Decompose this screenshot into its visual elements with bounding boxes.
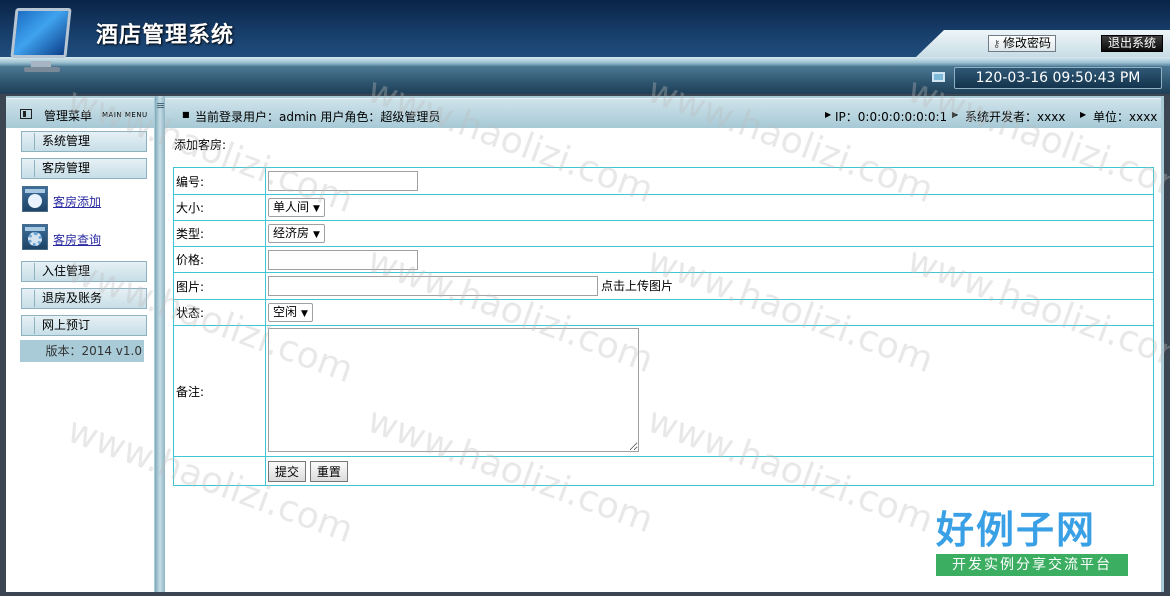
size-label: 大小: [173,194,266,221]
unit-info: 单位：xxxx [1093,110,1158,124]
number-label: 编号: [173,167,266,195]
arrow-icon: ▶ [1080,110,1087,119]
form-row-remark: 备注: [173,325,1154,457]
form-row-price: 价格: [173,246,1154,273]
form-row-status: 状态: 空闲 ▼ [173,299,1154,326]
app-logo-icon [0,0,84,82]
reset-button[interactable]: 重置 [309,460,348,482]
info-bar: ■ 当前登录用户：admin 用户角色：超级管理员 ▶ IP：0:0:0:0:0… [165,98,1161,128]
arrow-icon: ▶ [952,110,959,119]
arrow-icon: ▶ [825,110,832,119]
sidebar: 系统管理 客房管理 客房添加 客房查询 入住管理 退房及账务 网上预订 版本：2… [6,128,154,592]
size-select[interactable]: 单人间 ▼ [268,198,325,217]
status-select[interactable]: 空闲 ▼ [268,303,313,322]
sidebar-item-room-management[interactable]: 客房管理 [21,158,147,179]
image-path-input[interactable] [268,276,598,296]
room-add-link[interactable]: 客房添加 [53,193,101,210]
form-row-size: 大小: 单人间 ▼ [173,194,1154,221]
exit-system-button[interactable]: 退出系统 [1101,35,1163,52]
chevron-down-icon: ▼ [313,204,320,214]
chevron-down-icon: ▼ [313,230,320,240]
type-select-value: 经济房 [273,226,310,240]
change-password-label: 修改密码 [1003,36,1052,50]
page-title: 添加客房: [174,138,227,152]
header-banner: 酒店管理系统 ⚷ 修改密码 退出系统 120-03-16 09:50:43 PM [0,0,1170,94]
sidebar-item-system-management[interactable]: 系统管理 [21,131,147,152]
status-select-value: 空闲 [273,305,298,319]
form-row-image: 图片: 点击上传图片 [173,272,1154,300]
splitter-grip-icon: ≡ [156,99,166,112]
change-password-button[interactable]: ⚷ 修改密码 [988,35,1057,52]
type-label: 类型: [173,220,266,247]
status-label: 状态: [173,299,266,326]
price-input[interactable] [268,249,418,270]
form-row-number: 编号: [173,167,1154,195]
menu-icon [20,109,32,119]
clock-display: 120-03-16 09:50:43 PM [954,67,1162,89]
chevron-down-icon: ▼ [301,309,308,319]
version-label: 版本：2014 v1.0 [20,340,144,362]
brand-subtitle: 开发实例分享交流平台 [936,554,1128,576]
header-light-band [0,57,1170,66]
number-input[interactable] [268,171,418,191]
ip-info: IP：0:0:0:0:0:0:0:1 [835,110,948,124]
room-query-icon [22,224,48,250]
sidebar-title: 管理菜单 [44,109,93,123]
bullet-icon: ■ [182,110,190,119]
brand-watermark-logo: 好例子网 开发实例分享交流平台 [936,508,1128,576]
developer-info: 系统开发者：xxxx [965,110,1066,124]
sidebar-splitter[interactable]: ≡ [155,96,165,592]
form-row-actions: 提交 重置 [173,456,1154,486]
image-label: 图片: [173,272,266,300]
add-room-form: 编号: 大小: 单人间 ▼ 类型: 经济房 ▼ 价格: 图片: 点击上传图片 状态:… [173,167,1154,486]
room-query-link[interactable]: 客房查询 [53,231,101,248]
sidebar-subitem-room-add[interactable]: 客房添加 [22,186,152,214]
sidebar-item-online-booking[interactable]: 网上预订 [21,315,147,336]
remark-textarea[interactable] [268,327,639,452]
app-title: 酒店管理系统 [96,22,235,48]
sidebar-subitem-room-query[interactable]: 客房查询 [22,224,152,252]
size-select-value: 单人间 [273,200,310,214]
brand-title: 好例子网 [936,507,1097,552]
current-user-info: 当前登录用户：admin 用户角色：超级管理员 [195,110,441,124]
remark-label: 备注: [173,325,266,457]
type-select[interactable]: 经济房 ▼ [268,224,325,243]
key-icon: ⚷ [993,39,1001,50]
room-add-icon [22,186,48,212]
monitor-icon [932,72,945,82]
submit-button[interactable]: 提交 [268,460,307,482]
price-label: 价格: [173,246,266,273]
sidebar-title-en: MAIN MENU [102,111,148,119]
sidebar-header: 管理菜单 MAIN MENU [6,98,154,128]
sidebar-item-checkin-management[interactable]: 入住管理 [21,261,147,282]
sidebar-item-checkout-billing[interactable]: 退房及账务 [21,288,147,309]
form-row-type: 类型: 经济房 ▼ [173,220,1154,247]
monitor-screen-icon [10,8,72,58]
upload-image-link[interactable]: 点击上传图片 [601,279,673,293]
